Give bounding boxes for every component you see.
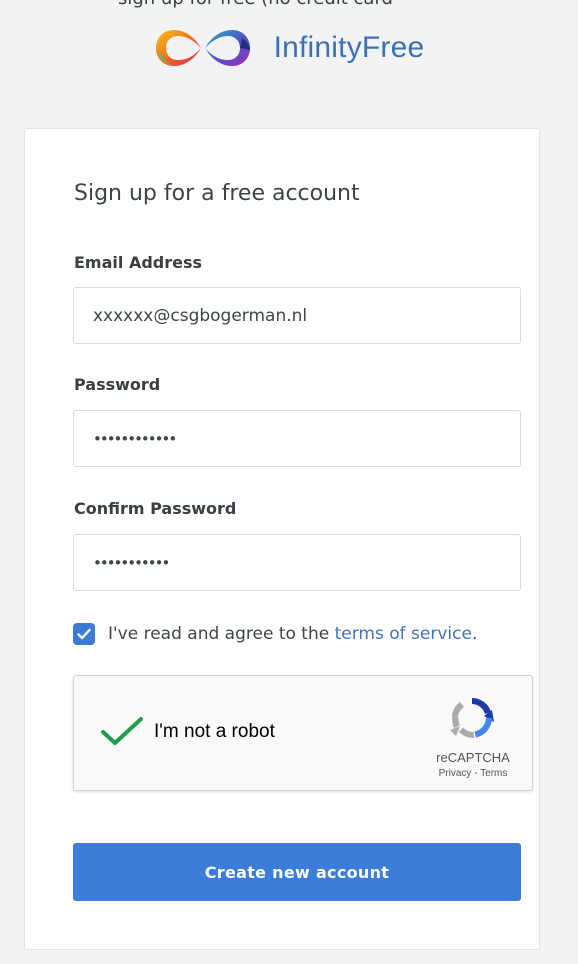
recaptcha-brand: reCAPTCHA bbox=[436, 750, 510, 765]
site-header: InfinityFree bbox=[0, 16, 578, 80]
create-account-button[interactable]: Create new account bbox=[73, 843, 521, 901]
password-label: Password bbox=[74, 375, 161, 394]
recaptcha-terms-link[interactable]: Terms bbox=[480, 768, 507, 779]
password-field[interactable] bbox=[73, 410, 521, 467]
agree-prefix: I've read and agree to the bbox=[108, 624, 335, 644]
recaptcha-label: I'm not a robot bbox=[154, 721, 275, 742]
confirm-password-field[interactable] bbox=[73, 534, 521, 591]
terms-agreement-text: I've read and agree to the terms of serv… bbox=[108, 624, 477, 644]
terms-checkbox[interactable] bbox=[73, 623, 95, 645]
header-clipped-text: sign up for free (no credit card bbox=[0, 0, 578, 10]
recaptcha-links: Privacy - Terms bbox=[420, 768, 526, 779]
brand-name[interactable]: InfinityFree bbox=[274, 31, 425, 65]
confirm-password-label: Confirm Password bbox=[74, 499, 237, 518]
recaptcha-privacy-link[interactable]: Privacy bbox=[439, 768, 472, 779]
recaptcha-widget: I'm not a robot reCAPTCHA Privacy - Term… bbox=[73, 675, 533, 791]
checkmark-icon bbox=[77, 628, 91, 640]
email-field[interactable] bbox=[73, 287, 521, 344]
recaptcha-separator: - bbox=[471, 768, 481, 779]
page-title: Sign up for a free account bbox=[74, 181, 360, 206]
recaptcha-logo-icon bbox=[446, 692, 498, 748]
terms-of-service-link[interactable]: terms of service bbox=[335, 624, 472, 644]
infinity-logo-icon[interactable] bbox=[154, 26, 252, 70]
email-label: Email Address bbox=[74, 253, 203, 272]
signup-card: Sign up for a free account Email Address… bbox=[24, 128, 540, 950]
header-clipped-text-content: sign up for free (no credit card bbox=[118, 0, 393, 9]
agree-suffix: . bbox=[471, 624, 478, 644]
terms-agreement-row: I've read and agree to the terms of serv… bbox=[73, 621, 477, 647]
recaptcha-check-icon[interactable] bbox=[100, 716, 144, 750]
